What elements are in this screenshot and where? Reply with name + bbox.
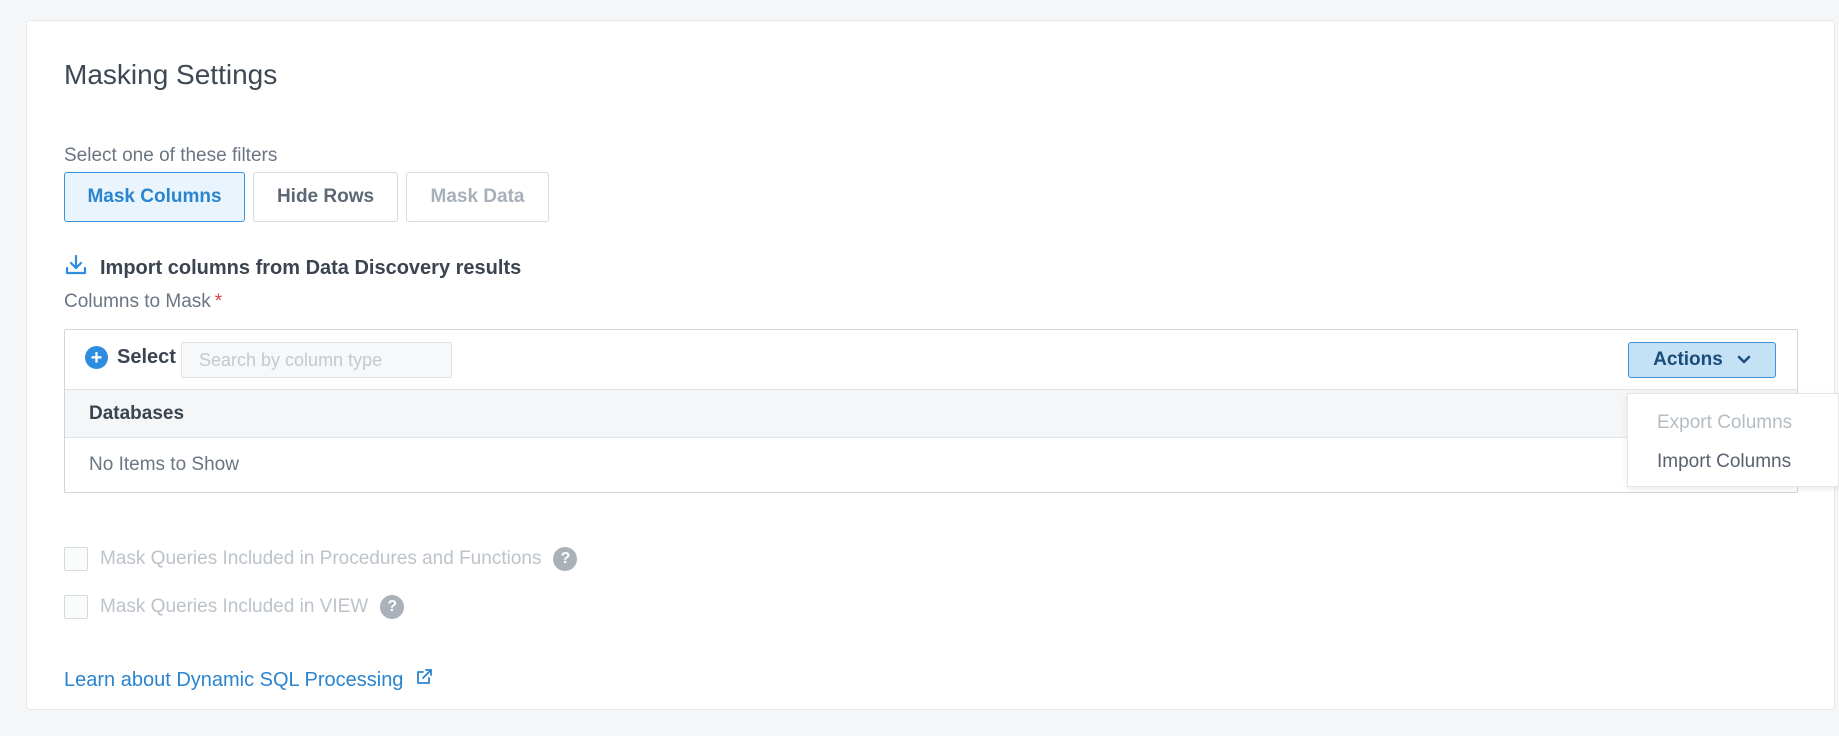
mask-procedures-option: Mask Queries Included in Procedures and … — [64, 547, 578, 571]
plus-circle-icon: + — [85, 346, 108, 369]
actions-dropdown-menu: Export Columns Import Columns — [1627, 393, 1839, 487]
download-icon — [64, 253, 88, 283]
filter-mask-columns-button[interactable]: Mask Columns — [64, 172, 245, 222]
import-columns-label: Import columns from Data Discovery resul… — [100, 256, 522, 279]
columns-toolbar: + Select Actions — [65, 330, 1797, 390]
mask-view-option: Mask Queries Included in VIEW ? — [64, 595, 405, 619]
mask-procedures-label: Mask Queries Included in Procedures and … — [100, 548, 542, 569]
page-title: Masking Settings — [64, 59, 278, 90]
filter-hide-rows-button[interactable]: Hide Rows — [253, 172, 398, 222]
export-columns-menu-item: Export Columns — [1657, 412, 1793, 433]
select-label: Select — [117, 346, 176, 368]
learn-dynamic-sql-link[interactable]: Learn about Dynamic SQL Processing — [64, 668, 433, 692]
required-indicator: * — [214, 291, 223, 312]
column-type-search-input[interactable] — [181, 342, 452, 378]
select-columns-button[interactable]: + Select — [85, 346, 176, 369]
columns-panel: + Select Actions Databases No Items to S… — [64, 329, 1798, 493]
help-icon[interactable]: ? — [553, 547, 578, 571]
chevron-down-icon — [1737, 349, 1751, 371]
mask-view-checkbox — [64, 595, 88, 619]
learn-link-label: Learn about Dynamic SQL Processing — [64, 668, 404, 691]
masking-settings-card: Masking Settings Select one of these fil… — [26, 20, 1835, 710]
empty-state-text: No Items to Show — [89, 454, 239, 475]
mask-view-label: Mask Queries Included in VIEW — [100, 596, 369, 617]
mask-procedures-checkbox — [64, 547, 88, 571]
help-icon[interactable]: ? — [380, 595, 405, 619]
external-link-icon — [415, 668, 433, 692]
import-columns-link[interactable]: Import columns from Data Discovery resul… — [64, 253, 521, 283]
import-columns-menu-item[interactable]: Import Columns — [1657, 451, 1791, 473]
filters-label: Select one of these filters — [64, 145, 278, 166]
databases-column-header: Databases — [65, 390, 1797, 438]
columns-to-mask-label: Columns to Mask * — [64, 291, 223, 312]
actions-button[interactable]: Actions — [1628, 342, 1776, 378]
actions-label: Actions — [1653, 349, 1723, 370]
filter-mask-data-button: Mask Data — [406, 172, 549, 222]
